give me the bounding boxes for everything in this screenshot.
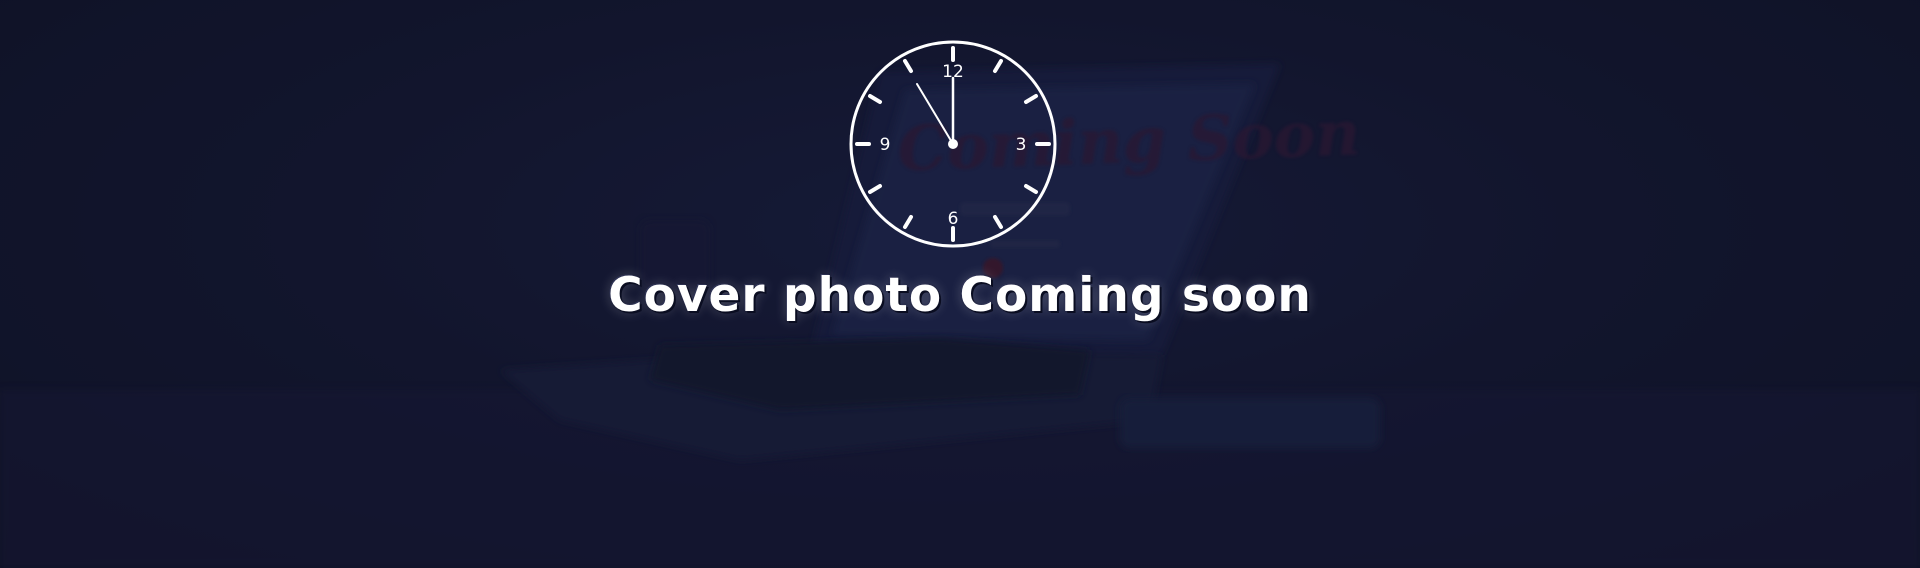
cover-photo: Coming Soon 12 3 6 9 Cover photo Coming … — [0, 0, 1920, 568]
tick-10 — [868, 94, 882, 104]
clock-numeral-3: 3 — [1016, 135, 1027, 155]
tick-7 — [903, 215, 913, 229]
cover-headline: Cover photo Coming soon — [608, 268, 1312, 323]
clock-center — [948, 139, 958, 149]
clock-numeral-9: 9 — [880, 135, 891, 155]
tick-8 — [868, 184, 882, 194]
tick-4 — [1024, 184, 1038, 194]
tick-11 — [903, 59, 913, 73]
tick-2 — [1024, 94, 1038, 104]
clock-numeral-6: 6 — [948, 209, 959, 229]
clock-icon: 12 3 6 9 — [849, 40, 1057, 248]
clock-hour-hand — [916, 83, 954, 145]
tick-1 — [993, 59, 1003, 73]
tick-5 — [993, 215, 1003, 229]
